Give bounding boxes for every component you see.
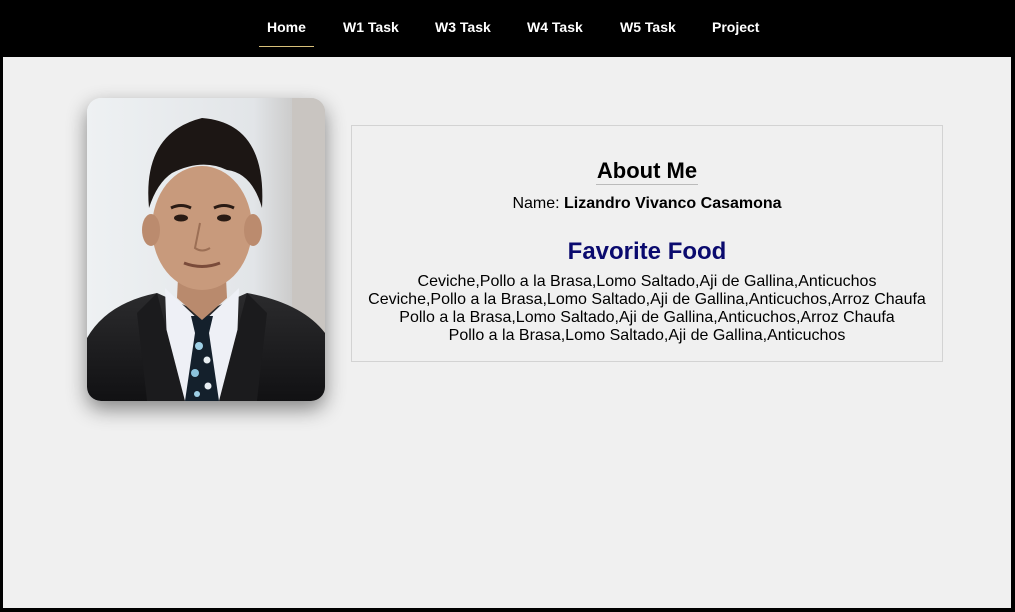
food-line: Pollo a la Brasa,Lomo Saltado,Aji de Gal… (448, 327, 846, 344)
favorite-food-title: Favorite Food (567, 238, 727, 265)
about-card: About Me Name: Lizandro Vivanco Casamona… (351, 125, 943, 362)
about-title-text: About Me (595, 158, 699, 185)
food-line: Ceviche,Pollo a la Brasa,Lomo Saltado,Aj… (368, 291, 926, 308)
nav-item-w4-task[interactable]: W4 Task (527, 19, 583, 39)
profile-photo (87, 98, 325, 401)
nav-item-w3-task[interactable]: W3 Task (435, 19, 491, 39)
about-title: About Me (352, 158, 942, 185)
name-line: Name: Lizandro Vivanco Casamona (352, 195, 942, 213)
nav-item-w5-task[interactable]: W5 Task (620, 19, 676, 39)
main-content: About Me Name: Lizandro Vivanco Casamona… (3, 57, 1011, 608)
name-value: Lizandro Vivanco Casamona (564, 195, 782, 212)
favorite-food-list: Ceviche,Pollo a la Brasa,Lomo Saltado,Aj… (352, 273, 942, 345)
name-label: Name: (512, 195, 560, 212)
food-line: Ceviche,Pollo a la Brasa,Lomo Saltado,Aj… (417, 273, 877, 290)
nav-item-home[interactable]: Home (259, 19, 314, 47)
nav-list: Home W1 Task W3 Task W4 Task W5 Task Pro… (0, 0, 1015, 57)
nav-item-project[interactable]: Project (712, 19, 759, 39)
nav-item-w1-task[interactable]: W1 Task (343, 19, 399, 39)
food-line: Pollo a la Brasa,Lomo Saltado,Aji de Gal… (399, 309, 895, 326)
top-navbar: Home W1 Task W3 Task W4 Task W5 Task Pro… (0, 0, 1015, 57)
